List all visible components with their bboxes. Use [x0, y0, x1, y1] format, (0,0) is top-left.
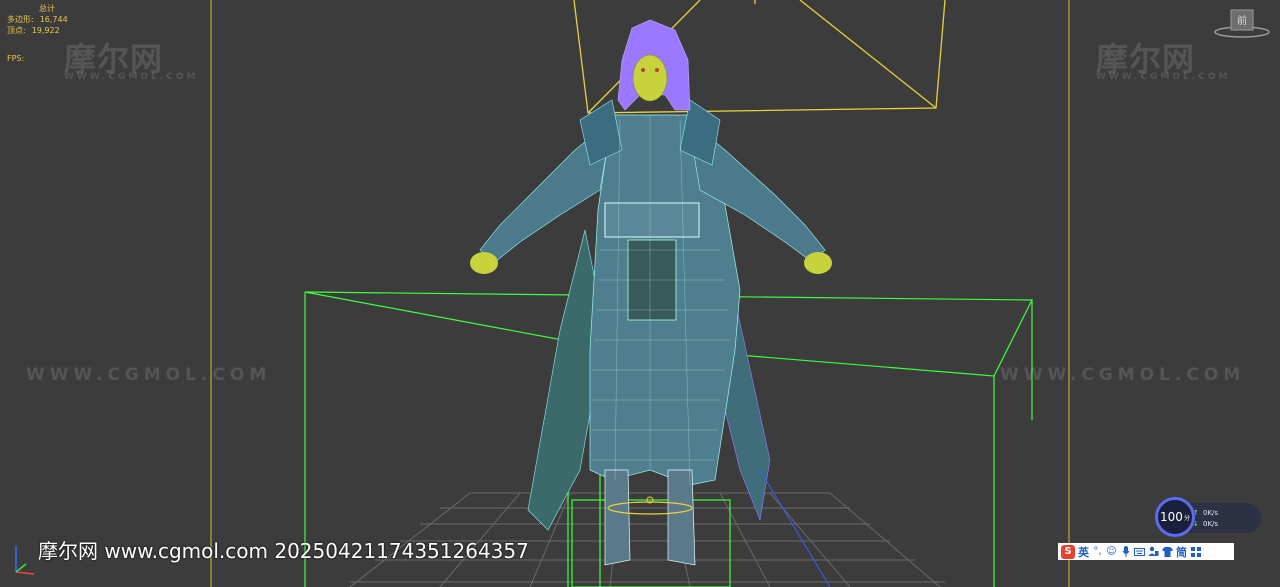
- toolbox-grid-icon[interactable]: [1190, 546, 1201, 557]
- stats-verts-row: 顶点: 19,922: [7, 25, 68, 36]
- download-speed: 0K/s: [1203, 520, 1219, 528]
- skin-tshirt-icon[interactable]: [1162, 546, 1173, 557]
- sogou-logo-icon[interactable]: S: [1061, 544, 1075, 559]
- upload-speed: 0K/s: [1203, 509, 1219, 517]
- speed-score-unit: 分: [1183, 514, 1190, 522]
- microphone-icon[interactable]: [1120, 546, 1131, 557]
- stats-fps-label: FPS:: [7, 54, 25, 63]
- speed-score: 100: [1160, 510, 1183, 524]
- stats-polys-label: 多边形:: [7, 15, 34, 24]
- stats-verts-label: 顶点:: [7, 26, 26, 35]
- watermark-logo-url: WWW.CGMOL.COM: [1096, 72, 1231, 82]
- ime-language-toggle[interactable]: 英: [1078, 544, 1089, 560]
- ime-toolbar[interactable]: S 英 °, ☺ 简: [1058, 543, 1234, 560]
- user-icon[interactable]: [1148, 546, 1159, 557]
- viewcube-face-label: 前: [1237, 14, 1247, 27]
- watermark-url: WWW.CGMOL.COM: [1000, 365, 1246, 385]
- stats-header: 总计: [39, 4, 55, 13]
- punctuation-icon[interactable]: °,: [1092, 546, 1103, 557]
- footer-watermark: 摩尔网 www.cgmol.com 20250421174351264357: [38, 539, 529, 563]
- stats-verts-value: 19,922: [31, 26, 60, 35]
- viewport-statistics: 总计 多边形: 16,744 顶点: 19,922: [7, 3, 68, 36]
- axis-tripod-icon: [8, 540, 38, 580]
- watermark-logo-url: WWW.CGMOL.COM: [64, 72, 199, 82]
- keyboard-icon[interactable]: [1134, 546, 1145, 557]
- viewcube[interactable]: 前: [1214, 8, 1270, 38]
- emoji-icon[interactable]: ☺: [1106, 546, 1117, 557]
- speed-score-ring[interactable]: 100 分: [1155, 497, 1195, 537]
- speed-panel: ↑ 0K/s ↓ 0K/s: [1189, 503, 1261, 533]
- simplified-chinese-toggle[interactable]: 简: [1176, 544, 1187, 560]
- 3d-viewport[interactable]: 总计 多边形: 16,744 顶点: 19,922 FPS: 摩尔网 WWW.CGM…: [0, 0, 1280, 587]
- stats-polys-value: 16,744: [39, 15, 68, 24]
- watermark-url: WWW.CGMOL.COM: [26, 365, 272, 385]
- network-speed-widget[interactable]: ↑ 0K/s ↓ 0K/s 100 分: [1155, 497, 1265, 541]
- stats-polys-row: 多边形: 16,744: [7, 14, 68, 25]
- scene-canvas[interactable]: [0, 0, 1280, 587]
